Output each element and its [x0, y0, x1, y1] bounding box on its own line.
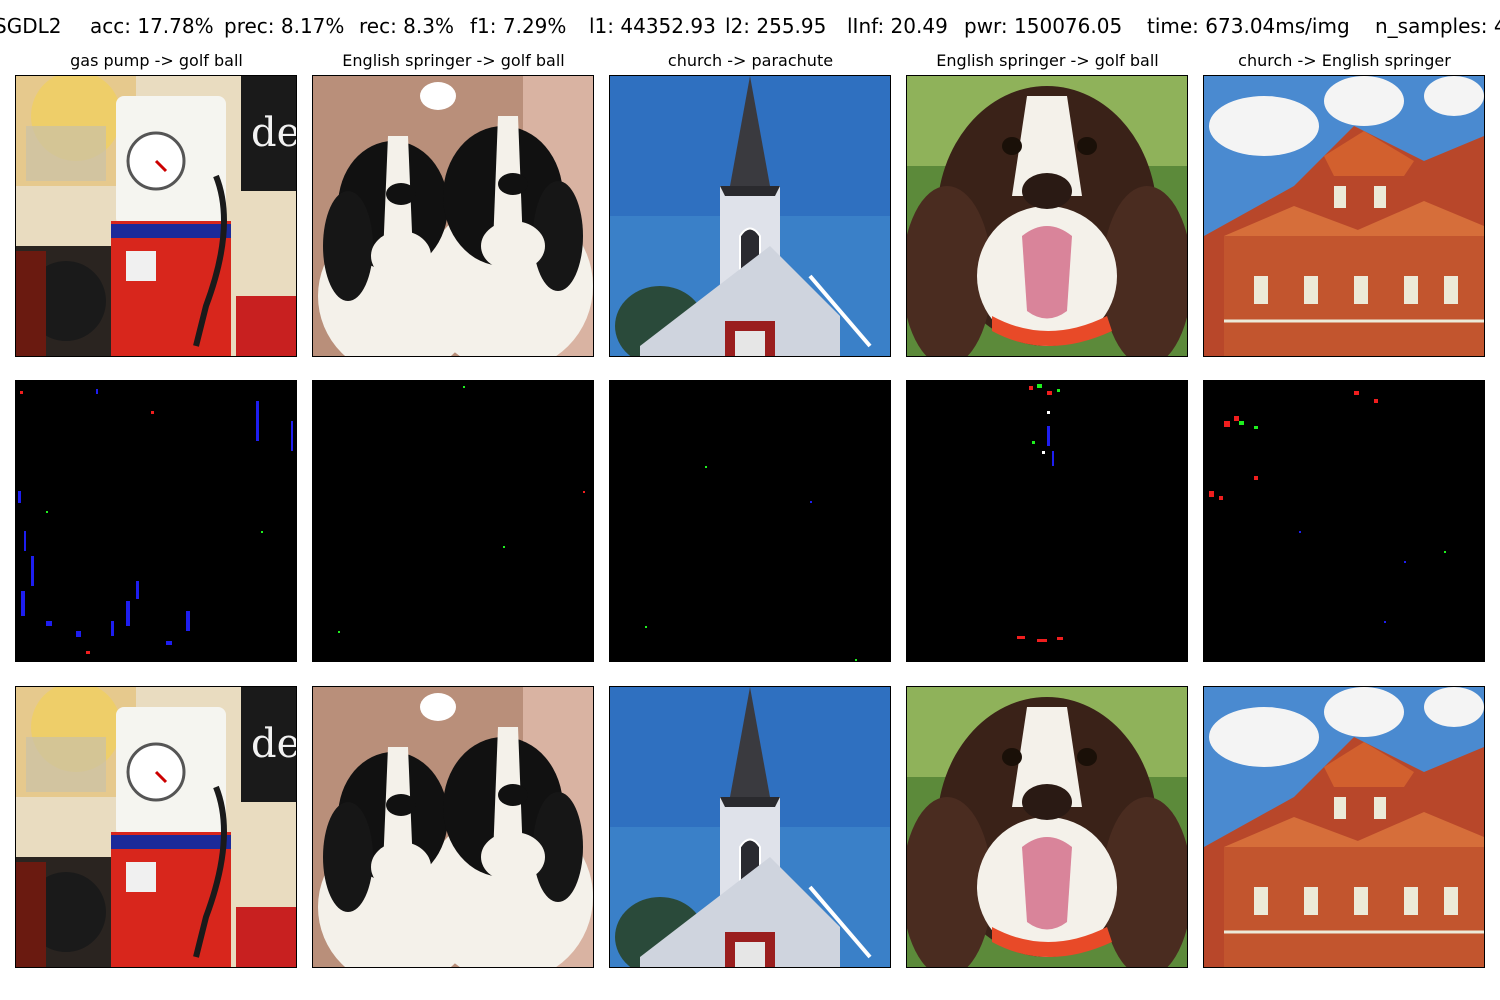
perturbation-map-springer-puppies: [312, 380, 594, 662]
perturbation-map-gas-pump: [15, 380, 297, 662]
adversarial-image-springer: [906, 686, 1188, 968]
original-image-springer: [906, 75, 1188, 357]
original-image-springer-puppies: [312, 75, 594, 357]
adversarial-image-springer-puppies: [312, 686, 594, 968]
f1-stat: f1: 7.29%: [470, 14, 567, 38]
original-image-church: [609, 75, 891, 357]
perturbation-map-springer: [906, 380, 1188, 662]
pwr-stat: pwr: 150076.05: [964, 14, 1123, 38]
column-title-1: gas pump -> golf ball: [70, 51, 243, 70]
column-title-5: church -> English springer: [1238, 51, 1451, 70]
n-samples-stat: n_samples: 4: [1375, 14, 1500, 38]
original-image-cathedral: [1203, 75, 1485, 357]
linf-stat: lInf: 20.49: [847, 14, 948, 38]
l1-stat: l1: 44352.93: [589, 14, 716, 38]
l2-stat: l2: 255.95: [725, 14, 827, 38]
adversarial-image-cathedral: [1203, 686, 1485, 968]
adversarial-image-gas-pump: [15, 686, 297, 968]
method-label: SGDL2: [0, 14, 62, 38]
adversarial-image-church: [609, 686, 891, 968]
perturbation-map-church: [609, 380, 891, 662]
rec-stat: rec: 8.3%: [359, 14, 454, 38]
acc-stat: acc: 17.78%: [90, 14, 214, 38]
column-title-3: church -> parachute: [667, 51, 834, 70]
prec-stat: prec: 8.17%: [224, 14, 345, 38]
time-stat: time: 673.04ms/img: [1147, 14, 1350, 38]
original-image-gas-pump: [15, 75, 297, 357]
column-title-2: English springer -> golf ball: [342, 51, 565, 70]
stats-header: SGDL2 acc: 17.78% prec: 8.17% rec: 8.3% …: [0, 14, 1500, 44]
perturbation-map-cathedral: [1203, 380, 1485, 662]
column-title-4: English springer -> golf ball: [936, 51, 1159, 70]
